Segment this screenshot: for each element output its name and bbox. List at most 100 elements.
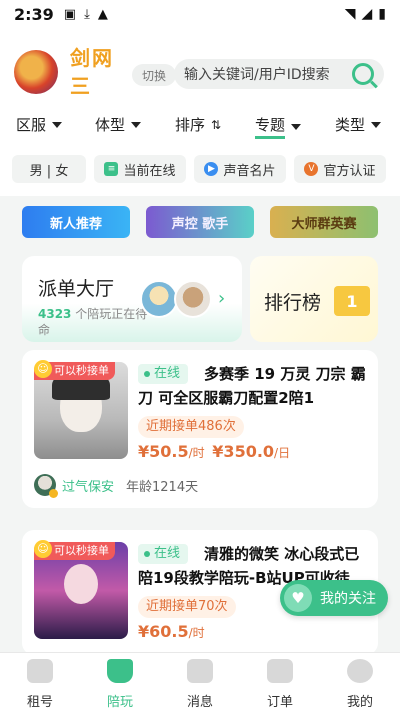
filter-bar: 区服 体型 排序 ⇅ 专题 类型: [0, 108, 400, 144]
filter-body-type[interactable]: 体型: [95, 114, 142, 135]
verified-icon: V: [304, 162, 319, 176]
tab-label: 我的: [346, 695, 373, 710]
wifi-icon: ◥: [344, 6, 356, 22]
search-icon[interactable]: [352, 63, 374, 85]
listing-title: 多赛季 19 万灵 刀宗 霸刀 可全区服霸刀配置2陪1: [138, 365, 366, 407]
sort-icon: ⇅: [211, 117, 222, 132]
banner-row: 新人推荐 声控 歌手 大师群英赛: [0, 196, 400, 250]
filter-sort[interactable]: 排序 ⇅: [175, 114, 221, 135]
leaderboard-title: 排行榜: [264, 292, 322, 314]
status-right: ◥ ◢ ▮: [345, 6, 386, 22]
gallery-notification-icon: ▣: [63, 6, 77, 22]
message-icon: [187, 659, 213, 683]
header: 剑网三 切换 输入关键词/用户ID搜索: [0, 28, 400, 108]
heart-icon: ♥: [284, 584, 312, 612]
trophy-rank: 1: [346, 291, 358, 311]
tab-label: 订单: [266, 695, 293, 710]
leaderboard-card[interactable]: 排行榜 1: [250, 256, 378, 342]
tab-rent-account[interactable]: 租号: [0, 659, 80, 710]
trophy-icon: 1: [334, 286, 370, 316]
filter-label: 类型: [335, 116, 366, 134]
profile-icon: [347, 659, 373, 683]
owner-account-age: 年龄1214天: [126, 479, 199, 495]
tab-label: 租号: [26, 695, 53, 710]
listing-owner[interactable]: 过气保安 年龄1214天: [34, 474, 199, 498]
hall-count: 4323: [38, 307, 72, 321]
owner-avatar: [34, 474, 58, 498]
game-name[interactable]: 剑网三: [70, 44, 120, 100]
tab-orders[interactable]: 订单: [240, 659, 320, 710]
listing-price: ¥50.5/时 ¥350.0/日: [138, 442, 290, 461]
tab-profile[interactable]: 我的: [320, 659, 400, 710]
my-follows-button[interactable]: ♥ 我的关注: [280, 580, 388, 616]
tab-companion[interactable]: 陪玩: [80, 659, 160, 710]
recent-orders-badge: 近期接单486次: [138, 416, 244, 438]
chip-voice-card[interactable]: ▶ 声音名片: [194, 155, 286, 183]
status-time: 2:39: [14, 4, 54, 24]
order-icon: [267, 659, 293, 683]
chip-label: 男 | 女: [29, 163, 69, 179]
avatar: [140, 280, 178, 318]
switch-game-button[interactable]: 切换: [132, 64, 176, 86]
caret-down-icon: [291, 123, 302, 130]
listing-card[interactable]: ☺ 可以秒接单 在线 多赛季 19 万灵 刀宗 霸刀 可全区服霸刀配置2陪1 近…: [22, 350, 378, 508]
tab-label: 陪玩: [106, 695, 133, 710]
chip-label: 官方认证: [323, 163, 376, 179]
download-notification-icon: ⤓: [84, 6, 90, 22]
caret-down-icon: [371, 121, 382, 128]
search-input[interactable]: 输入关键词/用户ID搜索: [174, 59, 384, 89]
filter-region[interactable]: 区服: [16, 114, 63, 135]
price-hour: ¥50.5: [138, 442, 189, 461]
price-day-unit: /日: [274, 446, 291, 460]
price-hour-unit: /时: [188, 446, 205, 460]
chevron-right-icon: ›: [218, 288, 226, 309]
caret-down-icon: [52, 121, 63, 128]
avatar: [174, 280, 212, 318]
instant-order-label: 可以秒接单: [54, 544, 109, 557]
instant-order-badge: ☺ 可以秒接单: [34, 540, 115, 560]
app-notification-icon: ▲: [97, 6, 108, 22]
price-day: ¥350.0: [212, 442, 275, 461]
cup-icon: [107, 659, 133, 683]
filter-topic[interactable]: 专题: [255, 114, 302, 139]
filter-type[interactable]: 类型: [335, 114, 382, 135]
tab-label: 消息: [186, 695, 213, 710]
caret-down-icon: [131, 121, 142, 128]
chip-label: 声音名片: [223, 163, 276, 179]
smile-icon: ☺: [34, 540, 52, 558]
dispatch-hall-card[interactable]: 派单大厅 4323 个陪玩正在待命 ›: [22, 256, 242, 342]
filter-label: 体型: [95, 116, 126, 134]
hall-title: 派单大厅: [38, 278, 115, 300]
status-bar: 2:39 ▣ ⤓ ▲ ◥ ◢ ▮: [0, 0, 400, 28]
game-logo-icon[interactable]: [14, 50, 58, 94]
follow-label: 我的关注: [320, 591, 376, 607]
banner-master-contest[interactable]: 大师群英赛: [270, 206, 378, 238]
banner-newcomer[interactable]: 新人推荐: [22, 206, 130, 238]
chip-official-verified[interactable]: V 官方认证: [294, 155, 386, 183]
chip-gender[interactable]: 男 | 女: [12, 155, 86, 183]
play-icon: ▶: [204, 162, 219, 176]
chip-label: 当前在线: [123, 163, 176, 179]
hall-subtitle: 4323 个陪玩正在待命: [38, 306, 153, 338]
filter-label: 排序: [175, 116, 206, 134]
instant-order-label: 可以秒接单: [54, 364, 109, 377]
banner-voice-singer[interactable]: 声控 歌手: [146, 206, 254, 238]
search-placeholder: 输入关键词/用户ID搜索: [184, 67, 330, 83]
smile-icon: ☺: [34, 360, 52, 378]
chat-icon: ≡: [104, 162, 119, 176]
filter-label: 区服: [16, 116, 47, 134]
recent-orders-badge: 近期接单70次: [138, 596, 236, 618]
price-hour: ¥60.5: [138, 622, 189, 641]
battery-icon: ▮: [378, 6, 386, 22]
bottom-tab-bar: 租号 陪玩 消息 订单 我的: [0, 652, 400, 711]
chip-online[interactable]: ≡ 当前在线: [94, 155, 186, 183]
signal-icon: ◢: [361, 6, 373, 22]
instant-order-badge: ☺ 可以秒接单: [34, 360, 115, 380]
house-icon: [27, 659, 53, 683]
filter-label: 专题: [255, 114, 286, 139]
price-hour-unit: /时: [188, 626, 205, 640]
tab-messages[interactable]: 消息: [160, 659, 240, 710]
owner-name: 过气保安: [62, 479, 115, 495]
listing-price: ¥60.5/时: [138, 622, 205, 641]
quick-filter-chips: 男 | 女 ≡ 当前在线 ▶ 声音名片 V 官方认证: [0, 144, 400, 196]
